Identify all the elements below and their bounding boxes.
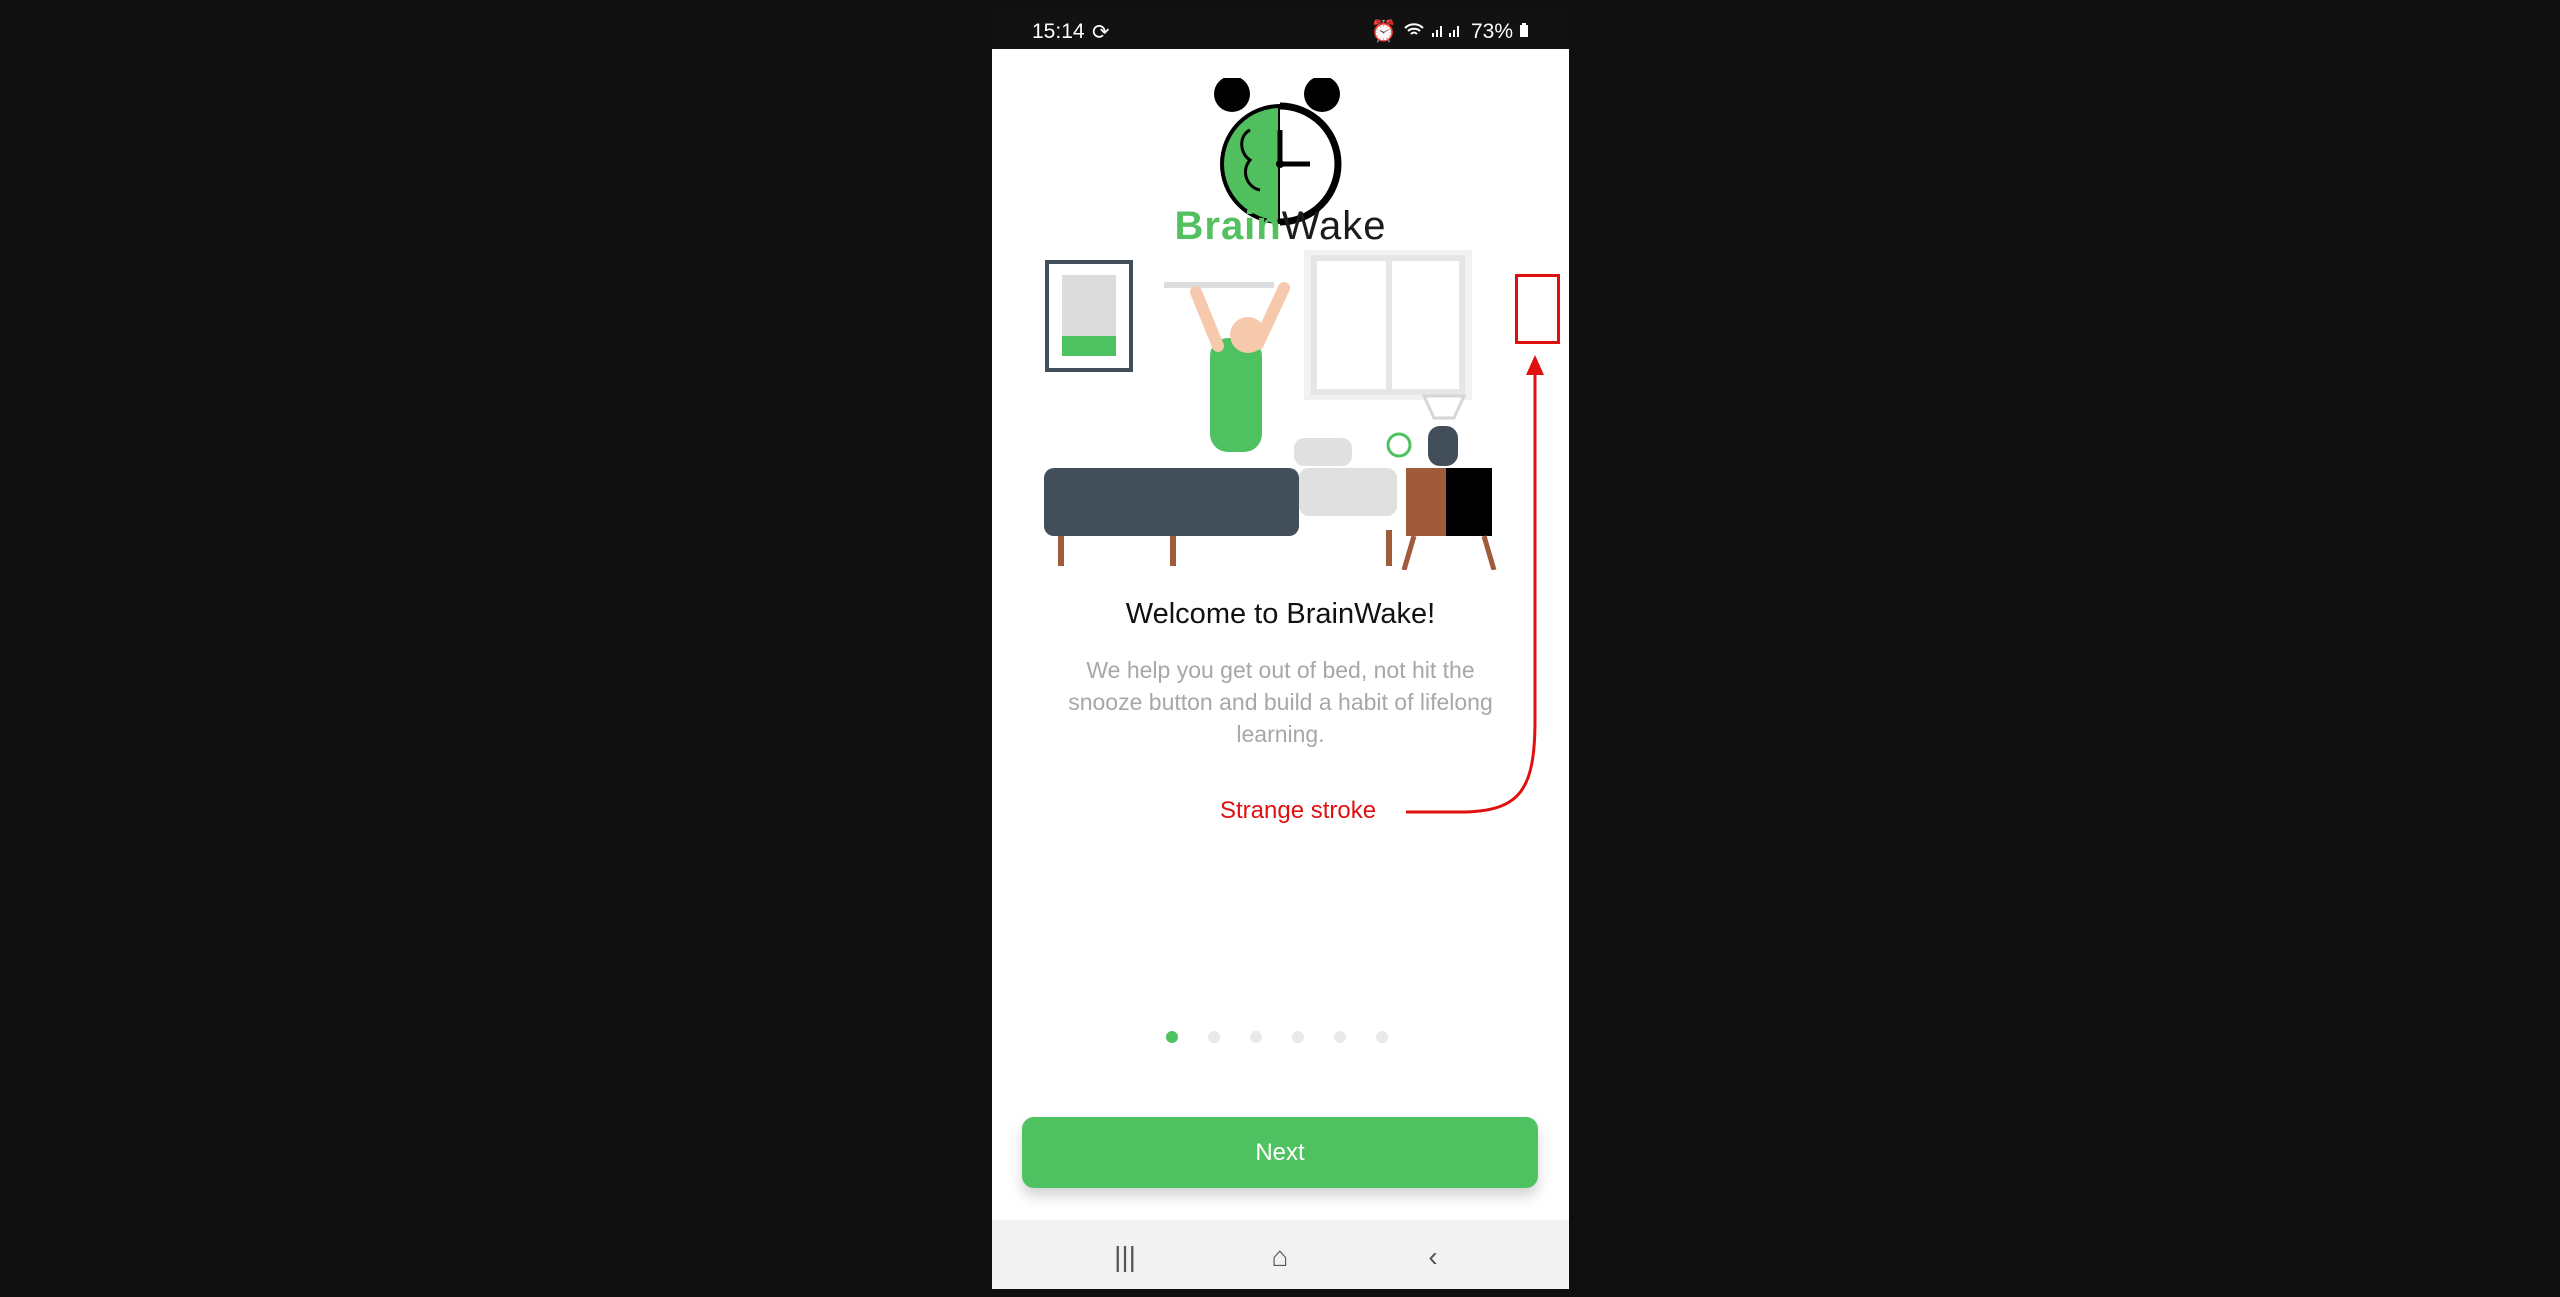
battery-text: 73% <box>1470 20 1513 43</box>
onboarding-subtitle: We help you get out of bed, not hit the … <box>1068 657 1493 747</box>
page-dot[interactable] <box>1334 1031 1346 1043</box>
next-button[interactable]: Next <box>1022 1117 1538 1188</box>
page-dot[interactable] <box>1292 1031 1304 1043</box>
onboarding-title: Welcome to BrainWake! <box>1125 598 1436 630</box>
home-icon[interactable]: ⌂ <box>1265 1242 1295 1272</box>
sync-icon: ⟳ <box>1092 21 1110 44</box>
bedroom-illustration <box>1044 250 1497 570</box>
annotation-label: Strange stroke <box>1220 797 1377 824</box>
recents-icon[interactable]: ||| <box>1110 1242 1140 1272</box>
back-icon[interactable]: ‹ <box>1418 1242 1448 1272</box>
android-navbar: ||| ⌂ ‹ <box>992 1220 1569 1289</box>
page-indicator <box>1166 1031 1388 1043</box>
status-bar: 15:14 ⟳ ⏰ 73% <box>992 8 1569 49</box>
signal-icon <box>1431 20 1465 44</box>
status-icons: ⏰ 73% <box>1371 20 1529 44</box>
battery-icon <box>1519 20 1529 44</box>
phone-screen: 15:14 ⟳ ⏰ 73% BrainWake Welcome to Brain… <box>992 8 1569 1289</box>
page-dot[interactable] <box>1376 1031 1388 1043</box>
page-dot[interactable] <box>1166 1031 1178 1043</box>
page-dot[interactable] <box>1208 1031 1220 1043</box>
annotation-box <box>1515 274 1560 344</box>
status-time: 15:14 <box>1032 20 1085 43</box>
wifi-icon <box>1403 20 1425 44</box>
page-dot[interactable] <box>1250 1031 1262 1043</box>
alarm-icon: ⏰ <box>1370 20 1397 43</box>
